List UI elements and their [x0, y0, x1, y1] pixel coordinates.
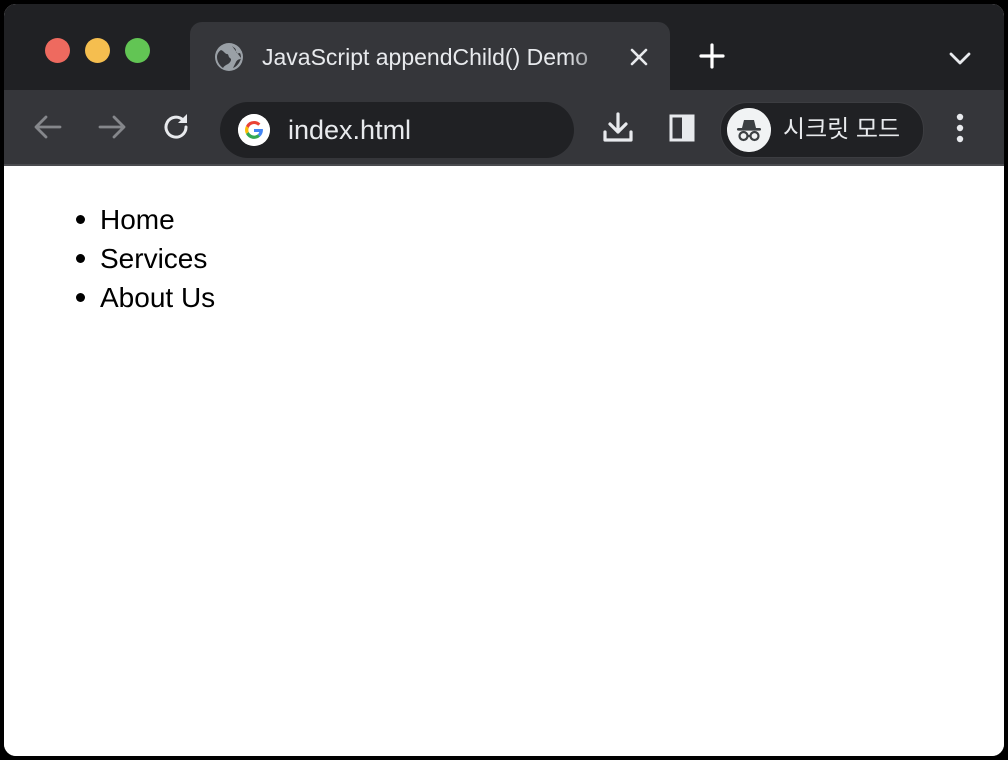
arrow-right-icon[interactable]: [92, 107, 132, 147]
close-window-button[interactable]: [45, 38, 70, 63]
toolbar: index.html 시크릿 모드: [4, 90, 1004, 166]
incognito-icon: [727, 108, 771, 152]
list-item: About Us: [70, 278, 215, 317]
incognito-profile-button[interactable]: 시크릿 모드: [720, 102, 924, 158]
list-item-label: Services: [100, 243, 208, 274]
globe-icon: [215, 43, 243, 71]
address-bar[interactable]: index.html: [220, 102, 574, 158]
page-content: Home Services About Us: [4, 166, 1004, 756]
minimize-window-button[interactable]: [85, 38, 110, 63]
tab-title: JavaScript appendChild() Demo: [262, 44, 588, 70]
incognito-label: 시크릿 모드: [783, 116, 901, 143]
google-icon: [238, 114, 270, 146]
list-item-label: Home: [100, 204, 175, 235]
bullet: [76, 293, 85, 302]
list-item: Home: [70, 200, 215, 239]
tab-active[interactable]: JavaScript appendChild() Demo: [190, 22, 670, 90]
chevron-down-icon[interactable]: [944, 44, 976, 72]
url-text: index.html: [288, 115, 412, 145]
tab-strip: JavaScript appendChild() Demo: [4, 4, 1004, 90]
bullet: [76, 215, 85, 224]
new-tab-icon[interactable]: [696, 40, 728, 72]
bullet: [76, 254, 85, 263]
close-icon[interactable]: [624, 42, 654, 72]
arrow-left-icon[interactable]: [28, 107, 68, 147]
side-panel-icon[interactable]: [662, 108, 702, 148]
browser-window: JavaScript appendChild() Demo index.html…: [4, 4, 1004, 756]
list-item: Services: [70, 239, 215, 278]
nav-list: Home Services About Us: [70, 200, 215, 317]
maximize-window-button[interactable]: [125, 38, 150, 63]
list-item-label: About Us: [100, 282, 216, 313]
more-vert-icon[interactable]: [940, 108, 980, 148]
download-icon[interactable]: [598, 108, 638, 148]
reload-icon[interactable]: [156, 107, 196, 147]
